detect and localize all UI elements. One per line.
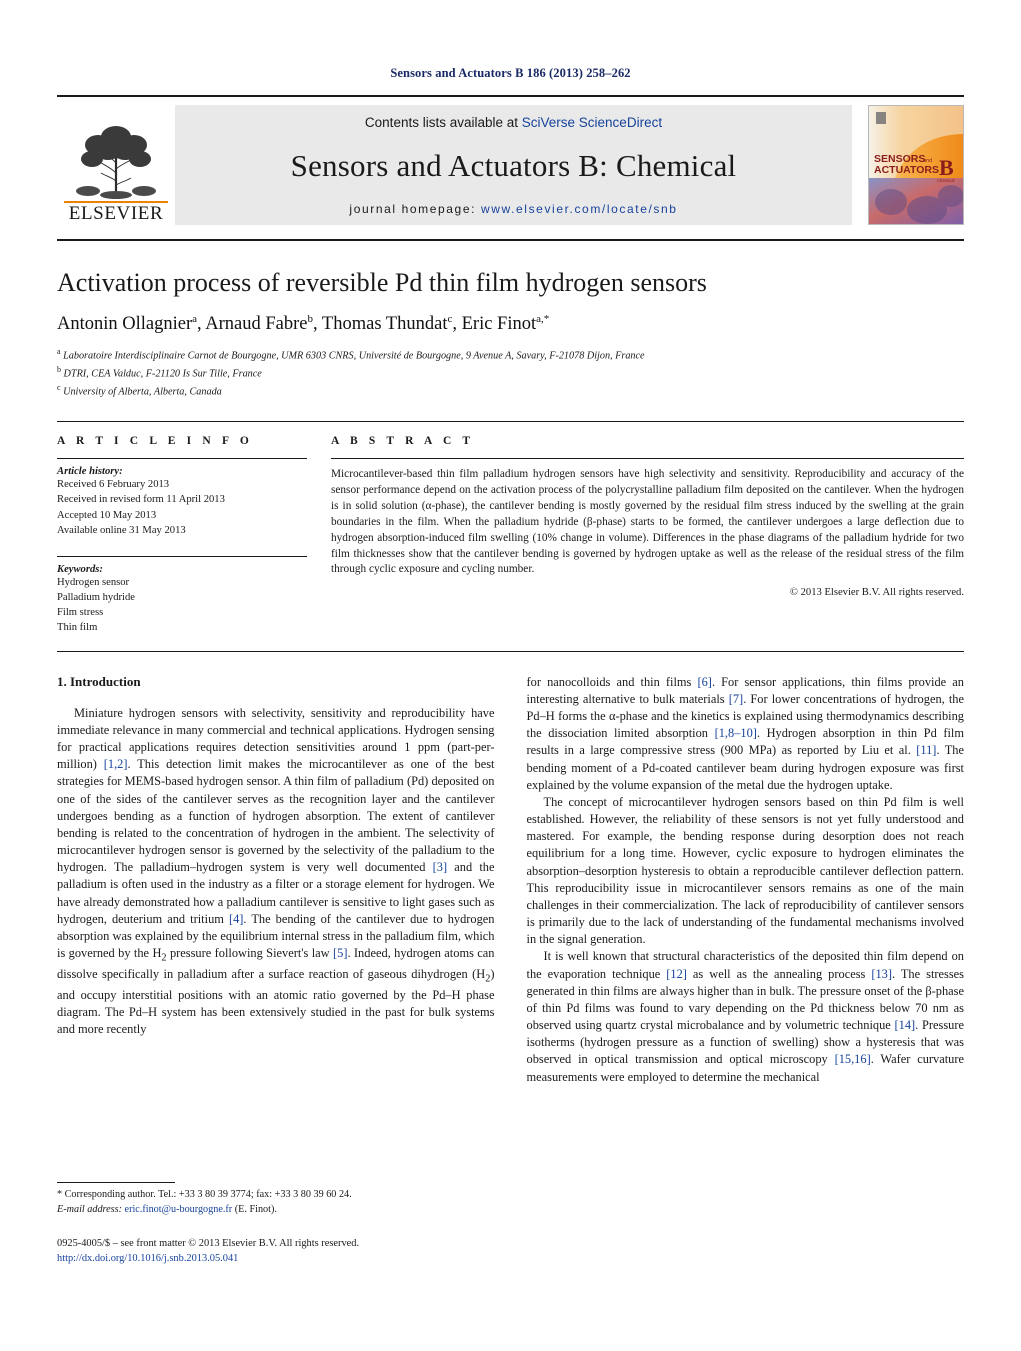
keywords-list: Hydrogen sensor Palladium hydride Film str… xyxy=(57,575,307,635)
citation-link[interactable]: [11] xyxy=(916,743,936,757)
citation-link[interactable]: [14] xyxy=(895,1018,916,1032)
article-history-label: Article history: xyxy=(57,466,123,478)
email-label: E-mail address: xyxy=(57,1203,125,1215)
body-right-column: for nanocolloids and thin films [6]. For… xyxy=(527,674,965,1086)
article-history-item: Received 6 February 2013 xyxy=(57,479,170,491)
article-info-column: A R T I C L E I N F O Article history: R… xyxy=(57,435,331,634)
journal-cover-thumbnail[interactable]: SENSORS and ACTUATORS B Chemical xyxy=(868,105,964,225)
info-abstract-region: A R T I C L E I N F O Article history: R… xyxy=(57,422,964,634)
article-history-item: Received in revised form 11 April 2013 xyxy=(57,494,225,506)
cover-art: SENSORS and ACTUATORS B Chemical xyxy=(869,106,963,224)
article-history-item: Available online 31 May 2013 xyxy=(57,524,186,536)
body-paragraph: for nanocolloids and thin films [6]. For… xyxy=(526,674,965,792)
citation-link[interactable]: [4] xyxy=(229,912,243,926)
citation-link[interactable]: [5] xyxy=(333,946,347,960)
affiliation-mark: c xyxy=(57,382,61,392)
page-title: Activation process of reversible Pd thin… xyxy=(57,268,707,297)
homepage-label: journal homepage: xyxy=(349,201,481,216)
citation-link[interactable]: [15,16] xyxy=(835,1052,871,1066)
article-history-item: Accepted 10 May 2013 xyxy=(57,509,157,521)
email-link[interactable]: eric.finot@u-bourgogne.fr xyxy=(125,1204,233,1215)
svg-text:ACTUATORS: ACTUATORS xyxy=(874,164,939,176)
affiliation-list: a Laboratoire Interdisciplinaire Carnot … xyxy=(57,346,964,400)
elsevier-logo: ELSEVIER xyxy=(57,105,175,225)
elsevier-tree-icon xyxy=(76,126,156,199)
issn-block: 0925-4005/$ – see front matter © 2013 El… xyxy=(57,1236,495,1267)
left-column-paragraphs: Miniature hydrogen sensors with selectiv… xyxy=(57,705,495,1038)
contents-available-line: Contents lists available at SciVerse Sci… xyxy=(365,115,662,130)
title-divider xyxy=(57,239,964,241)
keyword-item: Palladium hydride xyxy=(57,591,135,603)
body-two-column: 1. Introduction Miniature hydrogen senso… xyxy=(57,652,964,1086)
section-heading-introduction: 1. Introduction xyxy=(57,673,141,689)
abstract-text: Microcantilever-based thin film palladiu… xyxy=(331,468,964,576)
affiliation-mark: b xyxy=(57,364,61,374)
body-paragraph: It is well known that structural charact… xyxy=(526,949,965,1084)
citation-link[interactable]: [7] xyxy=(729,692,743,706)
affiliation-line: b DTRI, CEA Valduc, F-21120 Is Sur Tille… xyxy=(57,364,262,380)
body-paragraph: Miniature hydrogen sensors with selectiv… xyxy=(57,705,495,1036)
article-history-list: Received 6 February 2013 Received in revi… xyxy=(57,477,307,537)
keywords-label: Keywords: xyxy=(57,563,103,575)
email-suffix: (E. Finot). xyxy=(232,1203,277,1215)
svg-text:Chemical: Chemical xyxy=(937,178,955,183)
svg-text:B: B xyxy=(939,155,954,180)
corresponding-author-note: * Corresponding author. Tel.: +33 3 80 3… xyxy=(57,1189,352,1200)
email-note: E-mail address: eric.finot@u-bourgogne.f… xyxy=(57,1203,495,1218)
doi-link[interactable]: http://dx.doi.org/10.1016/j.snb.2013.05.… xyxy=(57,1251,495,1267)
right-column-paragraphs: for nanocolloids and thin films [6]. For… xyxy=(527,674,965,1086)
elsevier-wordmark: ELSEVIER xyxy=(64,201,168,223)
subscript: 2 xyxy=(161,952,167,964)
subscript: 2 xyxy=(485,973,491,985)
paper-page: Sensors and Actuators B 186 (2013) 258–2… xyxy=(0,0,1021,1351)
affiliation-line: c University of Alberta, Alberta, Canada xyxy=(57,382,222,397)
abstract-copyright: © 2013 Elsevier B.V. All rights reserved… xyxy=(789,587,964,599)
citation-link[interactable]: [3] xyxy=(433,860,447,874)
running-head: Sensors and Actuators B 186 (2013) 258–2… xyxy=(390,66,631,80)
sciencedirect-link[interactable]: SciVerse ScienceDirect xyxy=(522,115,662,130)
affiliation-line: a Laboratoire Interdisciplinaire Carnot … xyxy=(57,346,645,362)
citation-link[interactable]: [1,8–10] xyxy=(715,726,757,740)
citation-link[interactable]: [12] xyxy=(666,967,687,981)
journal-homepage-line: journal homepage: www.elsevier.com/locat… xyxy=(349,202,677,216)
contents-prefix: Contents lists available at xyxy=(364,115,522,130)
keyword-item: Hydrogen sensor xyxy=(57,576,130,588)
homepage-url-link[interactable]: www.elsevier.com/locate/snb xyxy=(481,202,678,216)
masthead-center-panel: Contents lists available at SciVerse Sci… xyxy=(175,105,852,225)
citation-link[interactable]: [6] xyxy=(697,675,711,689)
abstract-rule xyxy=(331,458,964,460)
journal-title: Sensors and Actuators B: Chemical xyxy=(290,147,737,183)
keywords-rule xyxy=(57,555,307,557)
body-paragraph: The concept of microcantilever hydrogen … xyxy=(526,794,965,947)
author-list: Antonin Ollagniera, Arnaud Fabreb, Thoma… xyxy=(57,312,550,334)
footnote-block: * Corresponding author. Tel.: +33 3 80 3… xyxy=(57,1182,495,1267)
article-info-rule xyxy=(57,458,307,460)
footnote-rule xyxy=(57,1182,175,1183)
body-left-column: 1. Introduction Miniature hydrogen senso… xyxy=(57,674,495,1086)
journal-masthead: ELSEVIER Contents lists available at Sci… xyxy=(57,95,964,225)
keyword-item: Thin film xyxy=(57,621,98,633)
affiliation-mark: a xyxy=(57,346,61,356)
abstract-column: A B S T R A C T Microcantilever-based th… xyxy=(331,435,964,634)
keyword-item: Film stress xyxy=(57,606,104,618)
abstract-heading: A B S T R A C T xyxy=(331,435,475,448)
issn-line: 0925-4005/$ – see front matter © 2013 El… xyxy=(57,1237,360,1249)
citation-link[interactable]: [13] xyxy=(871,967,892,981)
article-info-heading: A R T I C L E I N F O xyxy=(57,435,253,448)
citation-link[interactable]: [1,2] xyxy=(104,757,128,771)
